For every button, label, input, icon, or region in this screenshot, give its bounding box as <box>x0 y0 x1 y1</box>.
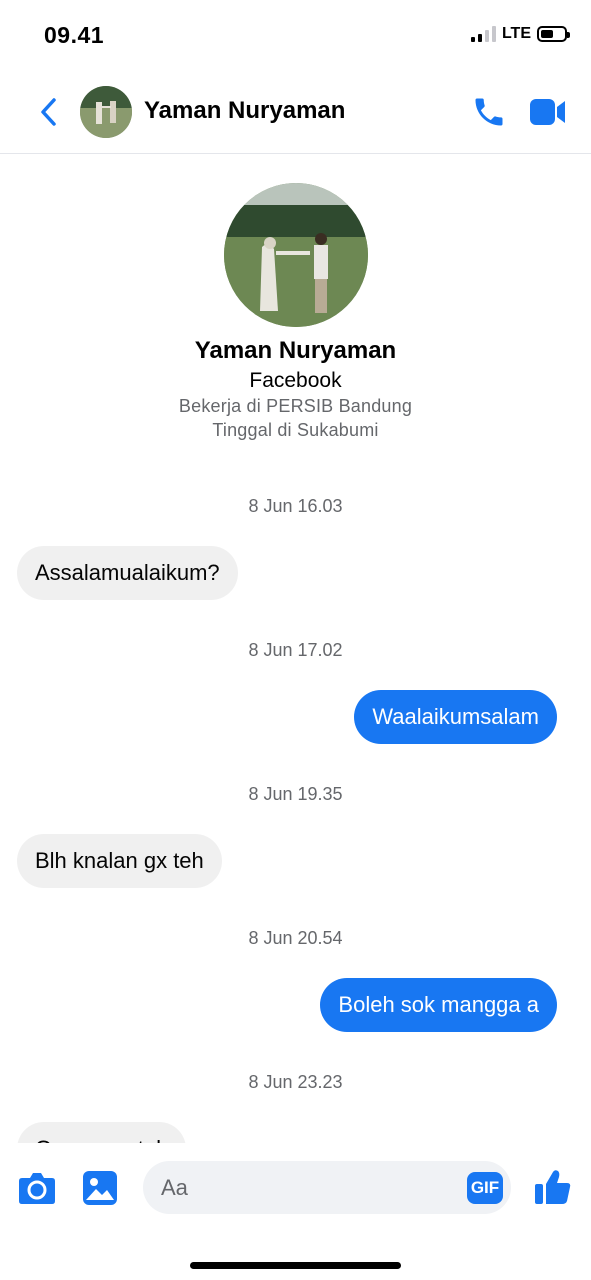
incoming-message-bubble[interactable]: Oaaaaaaatah <box>17 1122 187 1143</box>
contact-profile: Yaman Nuryaman Facebook Bekerja di PERSI… <box>0 183 591 441</box>
gif-button[interactable]: GIF <box>467 1172 503 1204</box>
outgoing-message-bubble[interactable]: Boleh sok mangga a <box>320 978 557 1032</box>
message-timestamp: 8 Jun 19.35 <box>248 784 343 804</box>
profile-name: Yaman Nuryaman <box>194 337 397 364</box>
home-indicator[interactable] <box>190 1262 401 1269</box>
profile-work: Bekerja di PERSIB Bandung <box>178 396 413 416</box>
profile-source: Facebook <box>249 369 342 392</box>
outgoing-message-bubble[interactable]: Waalaikumsalam <box>354 690 557 744</box>
profile-avatar[interactable] <box>223 183 368 327</box>
incoming-message-bubble[interactable]: Blh knalan gx teh <box>17 834 222 888</box>
message-input[interactable] <box>143 1161 511 1214</box>
incoming-message-bubble[interactable]: Assalamualaikum? <box>17 546 238 600</box>
camera-icon <box>19 1173 55 1204</box>
message-timestamp: 8 Jun 23.23 <box>248 1072 343 1092</box>
profile-location: Tinggal di Sukabumi <box>212 420 379 440</box>
thumbs-up-icon <box>535 1170 571 1204</box>
like-button[interactable] <box>532 1166 574 1208</box>
message-timestamp: 8 Jun 16.03 <box>248 496 343 516</box>
message-timestamp: 8 Jun 20.54 <box>248 928 343 948</box>
message-timestamp: 8 Jun 17.02 <box>248 640 343 660</box>
image-icon <box>83 1171 117 1205</box>
message-list[interactable]: Yaman Nuryaman Facebook Bekerja di PERSI… <box>0 0 591 1143</box>
gallery-button[interactable] <box>82 1170 118 1206</box>
camera-button[interactable] <box>18 1170 56 1206</box>
message-composer: GIF <box>0 1148 591 1228</box>
